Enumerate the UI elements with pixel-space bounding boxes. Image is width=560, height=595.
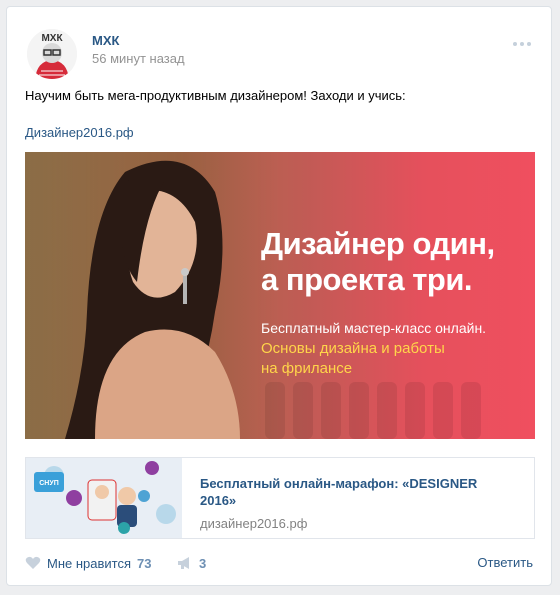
like-count: 73 bbox=[137, 555, 152, 571]
menu-dots-icon[interactable] bbox=[511, 37, 533, 47]
avatar-logo-text: МХК bbox=[41, 33, 63, 44]
share-button[interactable]: 3 bbox=[177, 555, 206, 571]
post-card: МХК МХК 56 минут назад Научим быть мега-… bbox=[6, 6, 552, 586]
banner-highlight-2: на фрилансе bbox=[261, 360, 353, 377]
post-text: Научим быть мега-продуктивным дизайнером… bbox=[25, 88, 406, 103]
banner-image[interactable]: Дизайнер один, а проекта три. Бесплатный… bbox=[25, 152, 535, 439]
banner-subtitle: Бесплатный мастер-класс онлайн. bbox=[261, 320, 487, 336]
snippet-thumb-badge: СНУП bbox=[39, 480, 59, 487]
banner-headline-1: Дизайнер один, bbox=[261, 226, 495, 261]
banner-headline-2: а проекта три. bbox=[261, 262, 473, 297]
banner-highlight-1: Основы дизайна и работы bbox=[261, 340, 445, 357]
link-snippet[interactable]: СНУП Бесплатный онлайн-марафон: «DESIGNE… bbox=[25, 457, 535, 539]
avatar[interactable]: МХК bbox=[27, 29, 77, 79]
snippet-domain: дизайнер2016.рф bbox=[200, 516, 308, 531]
post-link[interactable]: Дизайнер2016.рф bbox=[25, 125, 134, 140]
snippet-thumbnail: СНУП bbox=[26, 458, 182, 538]
megaphone-icon bbox=[178, 557, 189, 569]
snippet-title[interactable]: Бесплатный онлайн-марафон: «DESIGNER 201… bbox=[200, 475, 510, 509]
post-time[interactable]: 56 минут назад bbox=[92, 51, 185, 66]
share-count: 3 bbox=[199, 555, 207, 571]
banner-headline: Дизайнер один, а проекта три. bbox=[261, 226, 495, 298]
heart-icon bbox=[25, 556, 41, 569]
reply-button[interactable]: Ответить bbox=[477, 555, 533, 570]
like-button[interactable]: Мне нравится 73 bbox=[25, 555, 151, 571]
like-label: Мне нравится bbox=[47, 555, 132, 571]
author-name[interactable]: МХК bbox=[92, 33, 119, 48]
